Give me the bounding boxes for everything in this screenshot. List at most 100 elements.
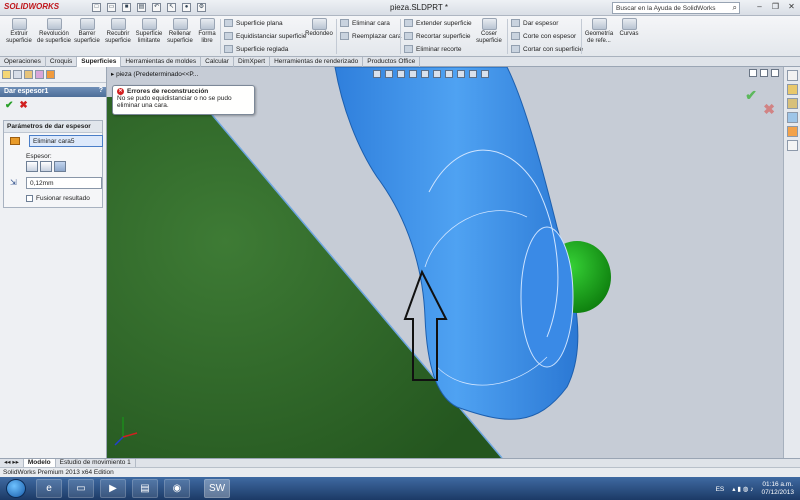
display-manager-icon[interactable] bbox=[46, 70, 55, 79]
tab-estudio-movimiento[interactable]: Estudio de movimiento 1 bbox=[56, 459, 136, 467]
thicken-side1-button[interactable] bbox=[26, 161, 38, 172]
custom-properties-icon[interactable] bbox=[786, 140, 798, 151]
merge-result-checkbox[interactable] bbox=[26, 195, 33, 202]
file-explorer-icon[interactable]: ▭ bbox=[68, 479, 94, 498]
boundary-surface-button[interactable]: Superficie limitante bbox=[135, 18, 163, 45]
thicken-side2-button[interactable] bbox=[54, 161, 66, 172]
freeform-button[interactable]: Forma libre bbox=[197, 18, 217, 45]
print-icon[interactable]: ▤ bbox=[137, 3, 146, 12]
sweep-surface-button[interactable]: Barrer superficie bbox=[73, 18, 101, 45]
tab-nav-arrows[interactable]: ◂◂ ▸▸ bbox=[0, 459, 24, 467]
configuration-icon[interactable] bbox=[24, 70, 33, 79]
open-file-icon[interactable]: ▭ bbox=[107, 3, 116, 12]
dimxpert-icon[interactable] bbox=[35, 70, 44, 79]
view-orientation-icon[interactable] bbox=[421, 70, 429, 78]
media-player-icon[interactable]: ▶ bbox=[100, 479, 126, 498]
internet-explorer-icon[interactable]: e bbox=[36, 479, 62, 498]
display-style-icon[interactable] bbox=[433, 70, 441, 78]
clock[interactable]: 01:16 a.m. 07/12/2013 bbox=[761, 481, 794, 497]
extrude-surface-button[interactable]: Extruir superficie bbox=[4, 18, 34, 45]
ok-check-icon[interactable]: ✔ bbox=[5, 100, 13, 111]
feature-tree-icon[interactable] bbox=[2, 70, 11, 79]
tab-dimxpert[interactable]: DimXpert bbox=[234, 57, 271, 67]
view-palette-icon[interactable] bbox=[786, 112, 798, 123]
loft-surface-button[interactable]: Recubrir superficie bbox=[103, 18, 133, 45]
section-view-icon[interactable] bbox=[409, 70, 417, 78]
new-file-icon[interactable]: □ bbox=[92, 3, 101, 12]
revolve-surface-icon bbox=[46, 18, 62, 30]
knit-surface-button[interactable]: Coser superficie bbox=[474, 18, 504, 45]
untrim-surface-button[interactable]: Eliminar recorte bbox=[404, 45, 462, 53]
zoom-fit-icon[interactable] bbox=[373, 70, 381, 78]
face-selection-field[interactable]: Eliminar cara5 bbox=[29, 135, 103, 147]
viewport-close-button[interactable] bbox=[771, 69, 779, 77]
file-explorer-icon[interactable] bbox=[786, 98, 798, 109]
thicken-both-button[interactable] bbox=[40, 161, 52, 172]
thicken-button[interactable]: Dar espesor bbox=[511, 19, 558, 27]
feature-tree-flyout[interactable]: ▸ pieza (Predeterminado<<P... bbox=[111, 70, 198, 78]
cut-with-surface-button[interactable]: Cortar con superficie bbox=[511, 45, 583, 53]
thickness-input[interactable]: 0,12mm bbox=[26, 177, 102, 189]
extend-surface-button[interactable]: Extender superficie bbox=[404, 19, 472, 27]
appearances-icon[interactable] bbox=[786, 126, 798, 137]
help-icon[interactable]: ? bbox=[99, 87, 103, 94]
graphics-viewport[interactable]: ▸ pieza (Predeterminado<<P... ✕ Errores d… bbox=[107, 67, 783, 458]
view-settings-icon[interactable] bbox=[481, 70, 489, 78]
edit-appearance-icon[interactable] bbox=[457, 70, 465, 78]
confirm-corner-ok-icon[interactable]: ✔ bbox=[745, 87, 757, 104]
tab-croquis[interactable]: Croquis bbox=[46, 57, 78, 67]
model-tabs: ◂◂ ▸▸ Modelo Estudio de movimiento 1 bbox=[0, 458, 800, 467]
apply-scene-icon[interactable] bbox=[469, 70, 477, 78]
delete-face-button[interactable]: Eliminar cara bbox=[340, 19, 390, 27]
delete-face-icon bbox=[340, 19, 349, 27]
design-library-icon[interactable] bbox=[786, 84, 798, 95]
reference-geometry-button[interactable]: Geometría de refe... bbox=[584, 18, 614, 45]
start-button[interactable] bbox=[6, 479, 26, 498]
chrome-icon[interactable]: ◉ bbox=[164, 479, 190, 498]
tray-icons[interactable]: ▴ ▮ ◍ ♪ bbox=[732, 485, 753, 493]
fillet-button[interactable]: Redondeo bbox=[304, 18, 334, 38]
revolve-surface-button[interactable]: Revolución de superficie bbox=[36, 18, 72, 45]
trim-surface-button[interactable]: Recortar superficie bbox=[404, 32, 471, 40]
document-title: pieza.SLDPRT * bbox=[390, 3, 448, 12]
ruled-surface-button[interactable]: Superficie reglada bbox=[224, 45, 288, 53]
tab-herramientas-moldes[interactable]: Herramientas de moldes bbox=[121, 57, 202, 67]
merge-result-option[interactable]: Fusionar resultado bbox=[26, 195, 90, 202]
tab-superficies[interactable]: Superficies bbox=[77, 57, 122, 67]
rebuild-icon[interactable]: ● bbox=[182, 3, 191, 12]
help-search-input[interactable]: Buscar en la Ayuda de SolidWorks ⌕ bbox=[612, 2, 740, 14]
options-icon[interactable]: ⚙ bbox=[197, 3, 206, 12]
select-icon[interactable]: ↖ bbox=[167, 3, 176, 12]
planar-surface-button[interactable]: Superficie plana bbox=[224, 19, 283, 27]
previous-view-icon[interactable] bbox=[397, 70, 405, 78]
confirm-corner-cancel-icon[interactable]: ✖ bbox=[763, 101, 775, 118]
offset-surface-button[interactable]: Equidistanciar superficie bbox=[224, 32, 306, 40]
property-manager-icon[interactable] bbox=[13, 70, 22, 79]
minimize-button[interactable]: – bbox=[753, 2, 766, 13]
curves-button[interactable]: Curvas bbox=[618, 18, 640, 38]
viewport-restore-button[interactable] bbox=[760, 69, 768, 77]
close-button[interactable]: ✕ bbox=[785, 2, 798, 13]
notepad-icon[interactable]: ▤ bbox=[132, 479, 158, 498]
solidworks-resources-icon[interactable] bbox=[786, 70, 798, 81]
search-icon[interactable]: ⌕ bbox=[733, 3, 737, 13]
tab-modelo[interactable]: Modelo bbox=[23, 459, 56, 467]
undo-icon[interactable]: ↶ bbox=[152, 3, 161, 12]
fill-surface-button[interactable]: Rellenar superficie bbox=[165, 18, 195, 45]
replace-face-button[interactable]: Reemplazar cara bbox=[340, 32, 402, 40]
tab-herramientas-renderizado[interactable]: Herramientas de renderizado bbox=[270, 57, 364, 67]
hide-show-icon[interactable] bbox=[445, 70, 453, 78]
viewport-minimize-button[interactable] bbox=[749, 69, 757, 77]
thicken-cut-button[interactable]: Corte con espesor bbox=[511, 32, 576, 40]
sweep-surface-label: Barrer superficie bbox=[74, 31, 100, 44]
tab-operaciones[interactable]: Operaciones bbox=[0, 57, 46, 67]
clock-date: 07/12/2013 bbox=[761, 489, 794, 496]
tab-calcular[interactable]: Calcular bbox=[201, 57, 234, 67]
restore-button[interactable]: ❐ bbox=[769, 2, 782, 13]
save-icon[interactable]: ■ bbox=[122, 3, 131, 12]
zoom-area-icon[interactable] bbox=[385, 70, 393, 78]
tab-productos-office[interactable]: Productos Office bbox=[363, 57, 421, 67]
cancel-x-icon[interactable]: ✖ bbox=[19, 100, 27, 111]
language-indicator[interactable]: ES bbox=[716, 486, 725, 493]
solidworks-taskbar-icon[interactable]: SW bbox=[204, 479, 230, 498]
